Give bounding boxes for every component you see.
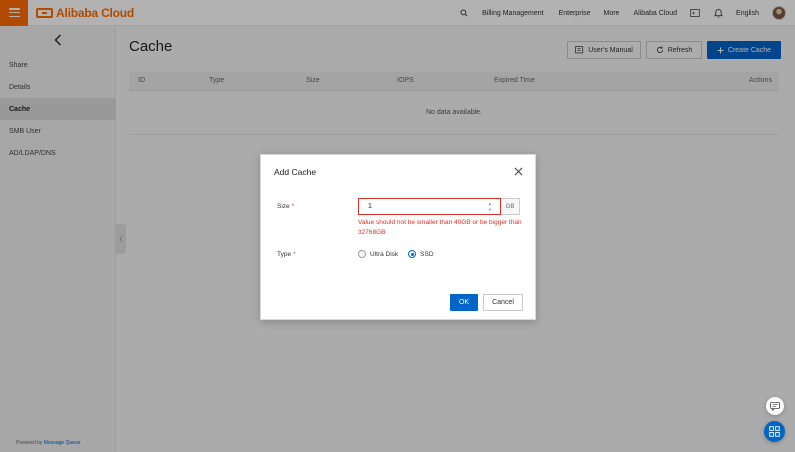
chevron-down-icon[interactable]: ▼ <box>488 208 492 212</box>
radio-ultra-disk[interactable] <box>358 250 366 258</box>
size-label: Size * <box>277 203 294 210</box>
size-stepper[interactable]: ▲ ▼ <box>487 202 493 212</box>
size-input[interactable]: 1 ▲ ▼ <box>358 198 501 215</box>
type-label-text: Type <box>277 251 292 258</box>
dialog-title: Add Cache <box>274 167 317 177</box>
radio-ssd-label[interactable]: SSD <box>420 251 433 258</box>
size-input-value: 1 <box>368 203 372 210</box>
size-error-message: Value should not be smaller than 40GB or… <box>358 219 522 236</box>
type-radio-group: Ultra Disk SSD <box>358 250 444 258</box>
chat-support-button[interactable] <box>766 397 784 415</box>
cancel-button[interactable]: Cancel <box>483 294 523 311</box>
chevron-up-icon[interactable]: ▲ <box>488 202 492 206</box>
apps-menu-button[interactable] <box>764 421 785 442</box>
required-mark: * <box>293 251 296 258</box>
dialog-close-button[interactable] <box>513 166 523 176</box>
radio-ultra-disk-label[interactable]: Ultra Disk <box>370 251 398 258</box>
close-icon <box>514 167 522 175</box>
grid-icon <box>769 426 780 437</box>
add-cache-dialog: Add Cache Size * 1 ▲ ▼ GB Value should no… <box>260 154 536 320</box>
chat-icon <box>770 401 780 411</box>
required-mark: * <box>291 203 295 210</box>
radio-ssd[interactable] <box>408 250 417 258</box>
ok-button[interactable]: OK <box>450 294 478 311</box>
size-label-text: Size <box>277 203 290 210</box>
type-label: Type * <box>277 251 296 258</box>
size-unit: GB <box>501 198 520 215</box>
